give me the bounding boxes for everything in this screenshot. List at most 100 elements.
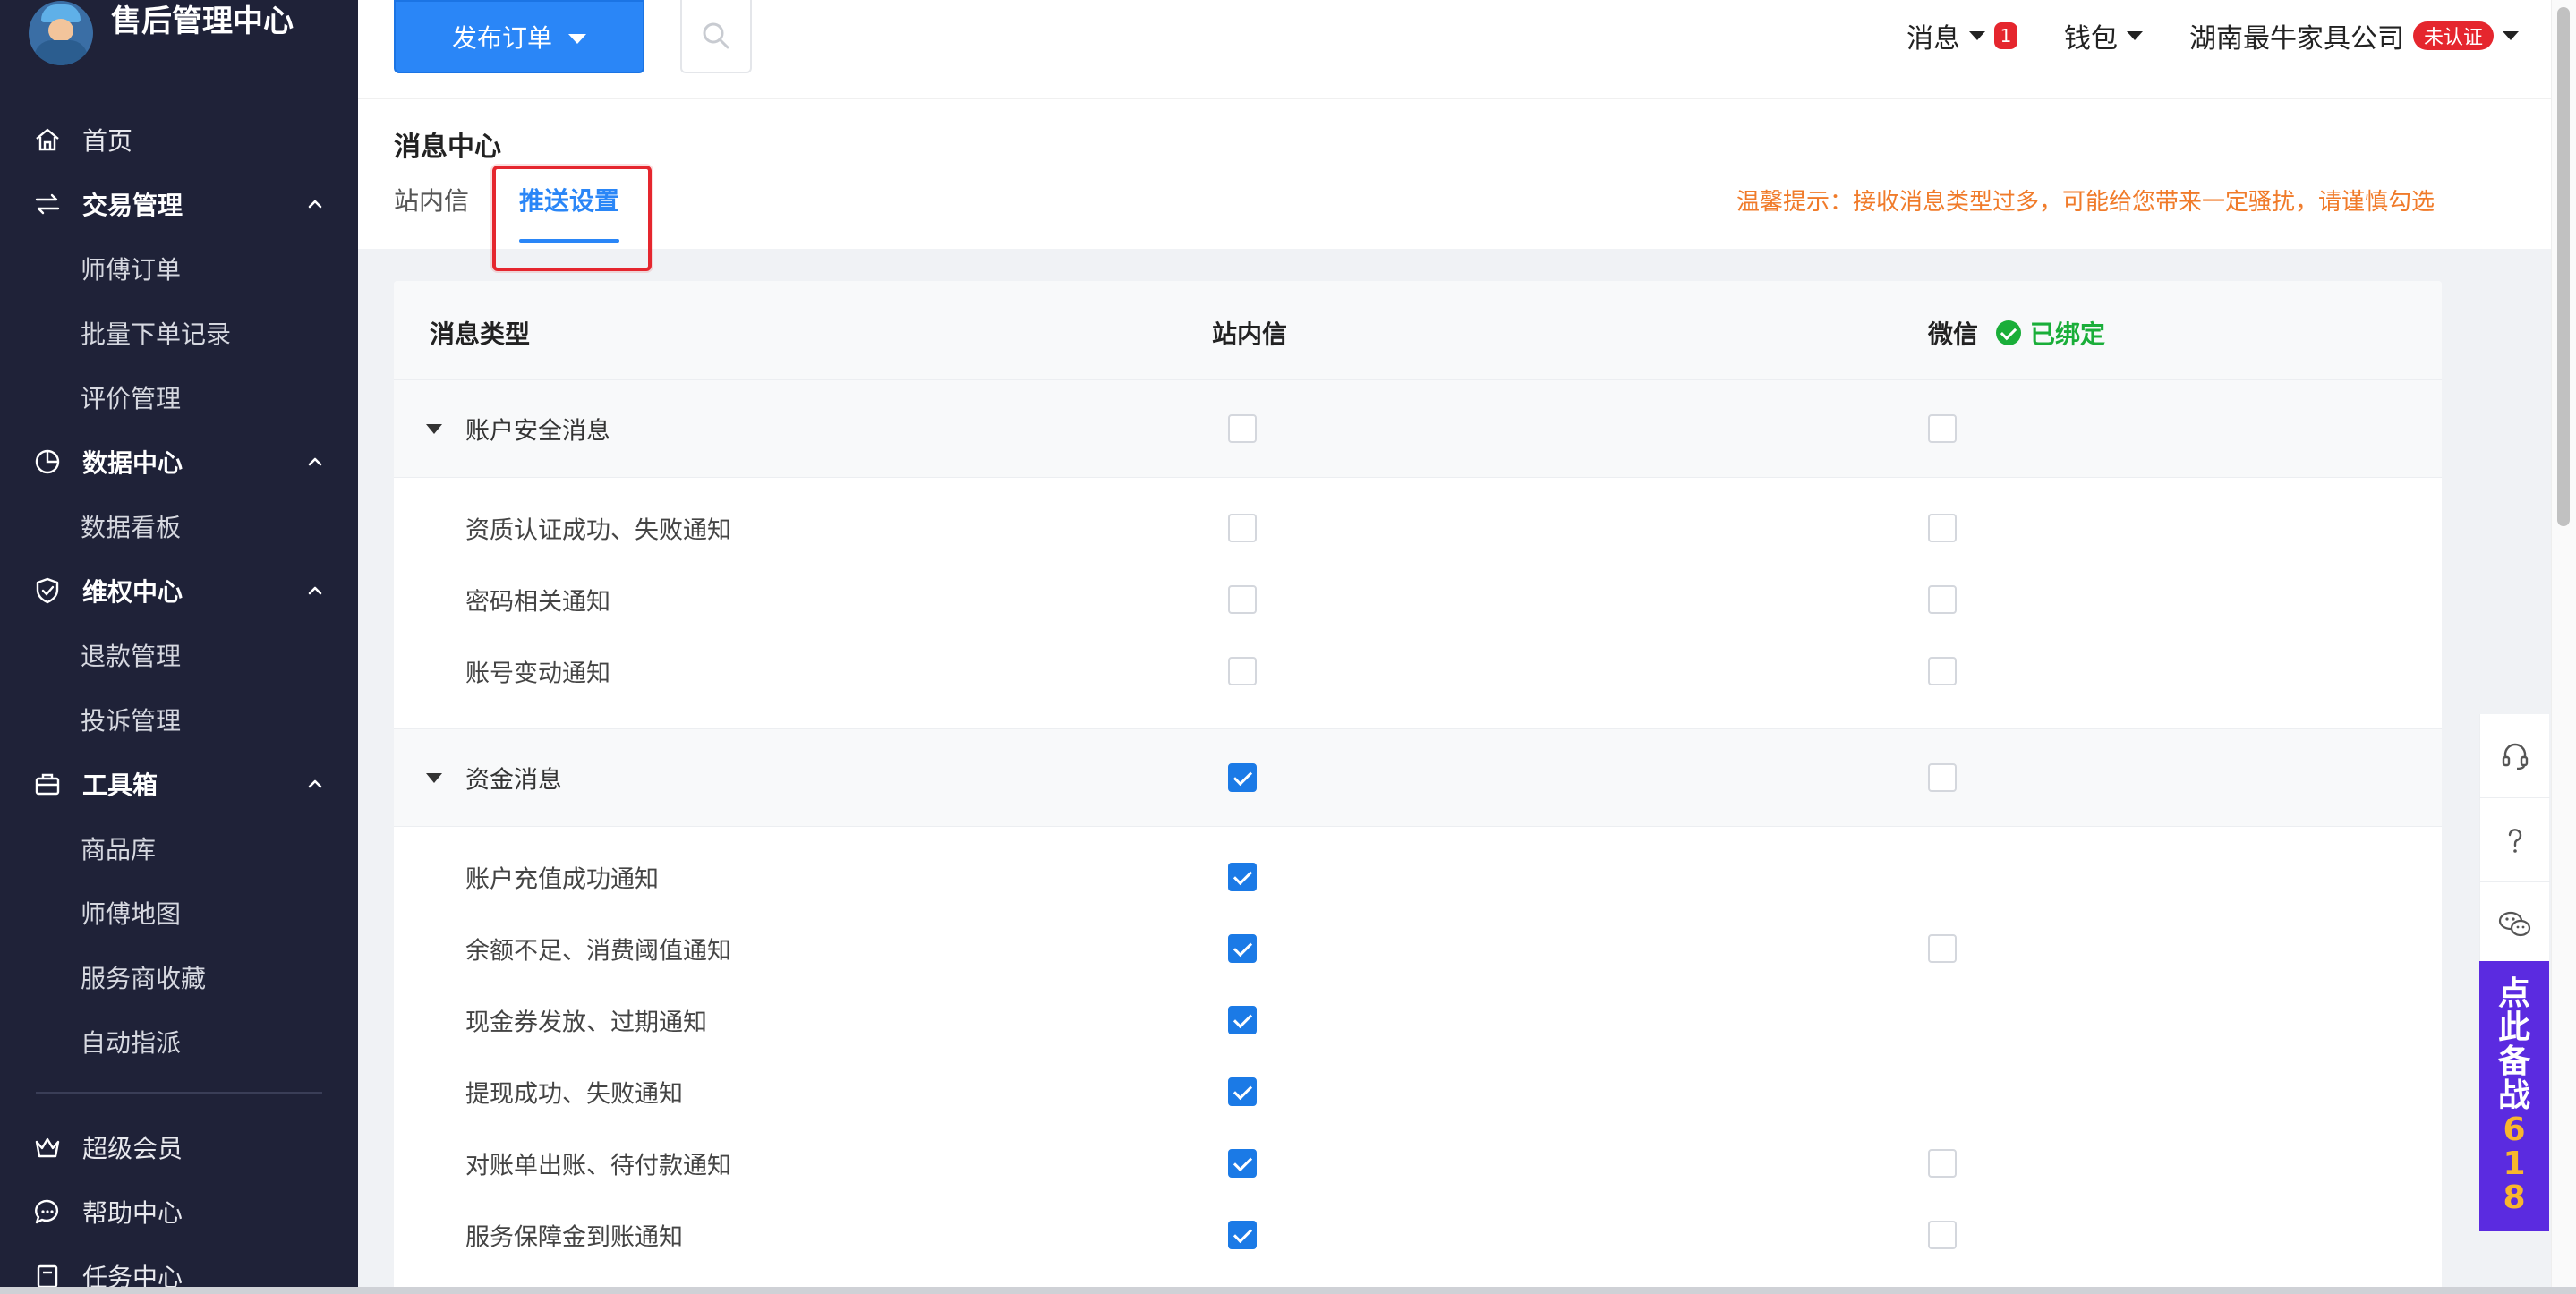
publish-order-button[interactable]: 发布订单 (394, 0, 644, 73)
sidebar-item-14[interactable]: 自动指派 (0, 1009, 358, 1074)
sidebar-nav: 首页 交易管理 师傅订单批量下单记录 评价管理数据中心 数据看板维权中心退款管理 投诉管理… (0, 107, 358, 1294)
crown-icon (32, 1132, 63, 1162)
message-type-label: 账户充值成功通知 (465, 865, 659, 894)
site-message-checkbox[interactable] (1228, 1221, 1257, 1249)
site-message-checkbox[interactable] (1228, 414, 1257, 443)
wallet-menu[interactable]: 钱包 (2064, 16, 2143, 55)
site-message-checkbox[interactable] (1228, 514, 1257, 542)
help-button[interactable] (2480, 798, 2550, 882)
bottom-edge (0, 1287, 2576, 1294)
wallet-label: 钱包 (2063, 23, 2118, 55)
header-site-message: 站内信 (1212, 319, 1288, 349)
site-message-checkbox[interactable] (1228, 585, 1257, 614)
wechat-checkbox[interactable] (1928, 514, 1957, 542)
table-row: 提现成功、失败通知 (394, 1056, 2442, 1128)
sidebar-item-2[interactable]: 师傅订单 (0, 236, 358, 301)
page-header: 消息中心 站内信 推送设置 温馨提示：接收消息类型过多，可能给您带来一定骚扰，请… (358, 98, 2551, 271)
chevron-up-icon (308, 779, 322, 788)
scrollbar-thumb[interactable] (2557, 7, 2570, 526)
unverified-badge: 未认证 (2412, 21, 2494, 50)
site-message-checkbox[interactable] (1228, 1077, 1257, 1106)
promo-char: 6 (2503, 1111, 2526, 1148)
wechat-checkbox[interactable] (1928, 763, 1957, 792)
sidebar-item-10[interactable]: 工具箱 (0, 752, 358, 816)
wechat-icon (2498, 911, 2531, 936)
sidebar-item-9[interactable]: 投诉管理 (0, 687, 358, 752)
caret-down-icon (1968, 31, 1985, 40)
table-row: 资质认证成功、失败通知 (394, 492, 2442, 564)
page-scrollbar[interactable] (2551, 0, 2576, 1294)
sidebar-item-label: 评价管理 (81, 384, 182, 413)
publish-order-label: 发布订单 (451, 23, 552, 53)
sidebar-item-label: 批量下单记录 (81, 319, 232, 349)
message-type-label: 资质认证成功、失败通知 (465, 516, 731, 545)
message-type-label: 余额不足、消费阈值通知 (465, 937, 731, 966)
search-icon (703, 22, 729, 49)
sidebar-item-label: 帮助中心 (82, 1198, 183, 1228)
wechat-bound-status: 已绑定 (1996, 315, 2105, 351)
site-message-checkbox[interactable] (1228, 1006, 1257, 1034)
group-row: 资金消息 (394, 728, 2442, 827)
sidebar-item-6[interactable]: 数据看板 (0, 494, 358, 558)
sidebar-item-5[interactable]: 数据中心 (0, 430, 358, 494)
sidebar-item-16[interactable]: 超级会员 (0, 1115, 358, 1179)
wechat-checkbox[interactable] (1928, 1149, 1957, 1178)
sidebar-item-11[interactable]: 商品库 (0, 816, 358, 881)
sidebar-item-13[interactable]: 服务商收藏 (0, 945, 358, 1009)
group-label: 账户安全消息 (465, 417, 610, 446)
table-row: 对账单出账、待付款通知 (394, 1128, 2442, 1199)
promo-banner-618[interactable]: 点此备战618 (2479, 961, 2549, 1231)
customer-service-button[interactable] (2480, 714, 2550, 798)
mechanic-logo-icon (29, 1, 93, 65)
site-message-checkbox[interactable] (1228, 934, 1257, 963)
sidebar-item-label: 超级会员 (82, 1134, 183, 1163)
home-icon (32, 124, 63, 155)
chevron-up-icon (308, 586, 322, 595)
site-message-checkbox[interactable] (1228, 863, 1257, 891)
promo-char: 1 (2503, 1145, 2526, 1182)
wechat-checkbox[interactable] (1928, 1221, 1957, 1249)
wechat-checkbox[interactable] (1928, 657, 1957, 685)
table-header: 消息类型 站内信 微信 已绑定 (394, 281, 2442, 379)
highlight-annotation (492, 166, 652, 271)
brand[interactable]: 售后管理中心 (29, 0, 294, 72)
chevron-up-icon (308, 200, 322, 209)
sidebar-item-label: 服务商收藏 (81, 964, 207, 993)
sidebar-item-17[interactable]: 帮助中心 (0, 1179, 358, 1244)
sidebar-item-0[interactable]: 首页 (0, 107, 358, 172)
sidebar-item-12[interactable]: 师傅地图 (0, 881, 358, 945)
company-menu[interactable]: 湖南最牛家具公司 未认证 (2189, 16, 2519, 55)
header-wechat: 微信 已绑定 (1928, 315, 2105, 351)
sidebar-divider (36, 1092, 322, 1094)
wechat-button[interactable] (2480, 882, 2550, 966)
group-row: 账户安全消息 (394, 379, 2442, 478)
tab-site-messages[interactable]: 站内信 (394, 182, 469, 217)
page-title: 消息中心 (394, 132, 501, 163)
messages-menu[interactable]: 消息 1 (1906, 16, 2017, 55)
wechat-checkbox[interactable] (1928, 414, 1957, 443)
sidebar-item-7[interactable]: 维权中心 (0, 558, 358, 623)
group-label: 资金消息 (465, 766, 562, 795)
caret-down-icon[interactable] (426, 424, 442, 434)
site-message-checkbox[interactable] (1228, 1149, 1257, 1178)
wechat-checkbox[interactable] (1928, 585, 1957, 614)
push-settings-table: 消息类型 站内信 微信 已绑定 账户安全消息 资质认证成功、失败通知 密码相关通知账… (394, 281, 2442, 1294)
caret-down-icon[interactable] (426, 773, 442, 783)
site-message-checkbox[interactable] (1228, 763, 1257, 792)
messages-label: 消息 (1906, 23, 1960, 55)
promo-char: 备 (2497, 1043, 2530, 1080)
sidebar-item-1[interactable]: 交易管理 (0, 172, 358, 236)
chevron-up-icon (308, 457, 322, 466)
wechat-checkbox[interactable] (1928, 934, 1957, 963)
sidebar-item-label: 商品库 (81, 835, 157, 864)
headset-icon (2502, 743, 2529, 770)
site-message-checkbox[interactable] (1228, 657, 1257, 685)
sidebar-item-8[interactable]: 退款管理 (0, 623, 358, 687)
message-type-label: 对账单出账、待付款通知 (465, 1152, 731, 1180)
search-button[interactable] (680, 0, 752, 73)
toolbox-icon (32, 769, 63, 799)
sidebar-item-label: 维权中心 (82, 577, 183, 607)
sidebar-item-3[interactable]: 批量下单记录 (0, 301, 358, 365)
message-type-label: 服务保障金到账通知 (465, 1223, 683, 1252)
sidebar-item-4[interactable]: 评价管理 (0, 365, 358, 430)
